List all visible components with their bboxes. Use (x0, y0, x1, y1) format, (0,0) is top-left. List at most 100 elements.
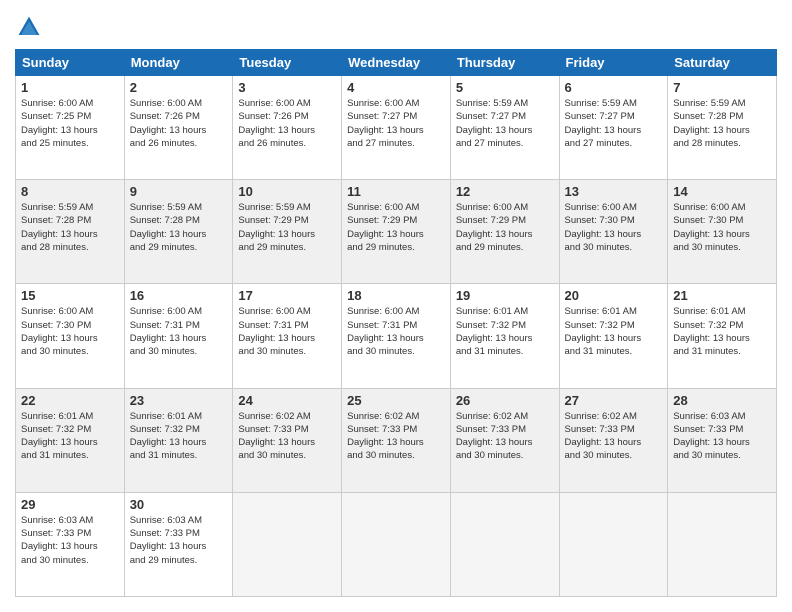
calendar-day-cell: 23 Sunrise: 6:01 AMSunset: 7:32 PMDaylig… (124, 388, 233, 492)
calendar-day-cell (233, 492, 342, 596)
day-number: 20 (565, 288, 663, 303)
calendar-day-cell: 30 Sunrise: 6:03 AMSunset: 7:33 PMDaylig… (124, 492, 233, 596)
day-info: Sunrise: 6:01 AMSunset: 7:32 PMDaylight:… (565, 306, 642, 357)
calendar-week-row: 22 Sunrise: 6:01 AMSunset: 7:32 PMDaylig… (16, 388, 777, 492)
weekday-header: Saturday (668, 50, 777, 76)
day-info: Sunrise: 6:03 AMSunset: 7:33 PMDaylight:… (21, 515, 98, 566)
calendar-day-cell: 22 Sunrise: 6:01 AMSunset: 7:32 PMDaylig… (16, 388, 125, 492)
day-number: 6 (565, 80, 663, 95)
calendar-header-row: SundayMondayTuesdayWednesdayThursdayFrid… (16, 50, 777, 76)
day-number: 30 (130, 497, 228, 512)
day-info: Sunrise: 6:03 AMSunset: 7:33 PMDaylight:… (673, 411, 750, 462)
calendar-day-cell (342, 492, 451, 596)
day-number: 3 (238, 80, 336, 95)
day-number: 19 (456, 288, 554, 303)
calendar-day-cell: 24 Sunrise: 6:02 AMSunset: 7:33 PMDaylig… (233, 388, 342, 492)
day-info: Sunrise: 6:02 AMSunset: 7:33 PMDaylight:… (565, 411, 642, 462)
calendar-day-cell: 29 Sunrise: 6:03 AMSunset: 7:33 PMDaylig… (16, 492, 125, 596)
day-info: Sunrise: 6:03 AMSunset: 7:33 PMDaylight:… (130, 515, 207, 566)
day-number: 18 (347, 288, 445, 303)
day-number: 16 (130, 288, 228, 303)
day-info: Sunrise: 6:02 AMSunset: 7:33 PMDaylight:… (238, 411, 315, 462)
day-info: Sunrise: 6:00 AMSunset: 7:30 PMDaylight:… (673, 202, 750, 253)
day-number: 29 (21, 497, 119, 512)
calendar-day-cell: 9 Sunrise: 5:59 AMSunset: 7:28 PMDayligh… (124, 180, 233, 284)
calendar-day-cell: 2 Sunrise: 6:00 AMSunset: 7:26 PMDayligh… (124, 76, 233, 180)
day-info: Sunrise: 6:01 AMSunset: 7:32 PMDaylight:… (673, 306, 750, 357)
calendar-day-cell: 16 Sunrise: 6:00 AMSunset: 7:31 PMDaylig… (124, 284, 233, 388)
day-info: Sunrise: 6:00 AMSunset: 7:31 PMDaylight:… (347, 306, 424, 357)
day-info: Sunrise: 6:01 AMSunset: 7:32 PMDaylight:… (21, 411, 98, 462)
day-info: Sunrise: 6:00 AMSunset: 7:26 PMDaylight:… (130, 98, 207, 149)
calendar-day-cell: 5 Sunrise: 5:59 AMSunset: 7:27 PMDayligh… (450, 76, 559, 180)
day-info: Sunrise: 5:59 AMSunset: 7:28 PMDaylight:… (21, 202, 98, 253)
header (15, 15, 777, 39)
weekday-header: Tuesday (233, 50, 342, 76)
day-info: Sunrise: 6:01 AMSunset: 7:32 PMDaylight:… (130, 411, 207, 462)
logo (15, 15, 47, 39)
day-number: 25 (347, 393, 445, 408)
day-number: 12 (456, 184, 554, 199)
weekday-header: Sunday (16, 50, 125, 76)
day-info: Sunrise: 5:59 AMSunset: 7:27 PMDaylight:… (565, 98, 642, 149)
day-info: Sunrise: 6:00 AMSunset: 7:31 PMDaylight:… (238, 306, 315, 357)
day-number: 28 (673, 393, 771, 408)
logo-icon (17, 15, 41, 39)
calendar-day-cell (668, 492, 777, 596)
day-number: 4 (347, 80, 445, 95)
calendar-day-cell: 11 Sunrise: 6:00 AMSunset: 7:29 PMDaylig… (342, 180, 451, 284)
day-info: Sunrise: 5:59 AMSunset: 7:27 PMDaylight:… (456, 98, 533, 149)
calendar-day-cell: 25 Sunrise: 6:02 AMSunset: 7:33 PMDaylig… (342, 388, 451, 492)
weekday-header: Wednesday (342, 50, 451, 76)
calendar-day-cell: 14 Sunrise: 6:00 AMSunset: 7:30 PMDaylig… (668, 180, 777, 284)
day-number: 14 (673, 184, 771, 199)
day-info: Sunrise: 6:00 AMSunset: 7:26 PMDaylight:… (238, 98, 315, 149)
day-info: Sunrise: 6:00 AMSunset: 7:31 PMDaylight:… (130, 306, 207, 357)
day-number: 8 (21, 184, 119, 199)
calendar-day-cell: 26 Sunrise: 6:02 AMSunset: 7:33 PMDaylig… (450, 388, 559, 492)
day-info: Sunrise: 6:00 AMSunset: 7:25 PMDaylight:… (21, 98, 98, 149)
day-number: 26 (456, 393, 554, 408)
calendar-day-cell: 18 Sunrise: 6:00 AMSunset: 7:31 PMDaylig… (342, 284, 451, 388)
day-number: 22 (21, 393, 119, 408)
day-number: 2 (130, 80, 228, 95)
calendar-day-cell: 20 Sunrise: 6:01 AMSunset: 7:32 PMDaylig… (559, 284, 668, 388)
calendar-day-cell: 7 Sunrise: 5:59 AMSunset: 7:28 PMDayligh… (668, 76, 777, 180)
day-number: 7 (673, 80, 771, 95)
day-number: 1 (21, 80, 119, 95)
day-number: 24 (238, 393, 336, 408)
day-number: 27 (565, 393, 663, 408)
day-info: Sunrise: 5:59 AMSunset: 7:28 PMDaylight:… (673, 98, 750, 149)
calendar-table: SundayMondayTuesdayWednesdayThursdayFrid… (15, 49, 777, 597)
day-info: Sunrise: 6:00 AMSunset: 7:30 PMDaylight:… (21, 306, 98, 357)
calendar-day-cell: 10 Sunrise: 5:59 AMSunset: 7:29 PMDaylig… (233, 180, 342, 284)
day-info: Sunrise: 6:00 AMSunset: 7:29 PMDaylight:… (456, 202, 533, 253)
calendar-day-cell: 1 Sunrise: 6:00 AMSunset: 7:25 PMDayligh… (16, 76, 125, 180)
day-number: 15 (21, 288, 119, 303)
calendar-day-cell: 12 Sunrise: 6:00 AMSunset: 7:29 PMDaylig… (450, 180, 559, 284)
day-number: 10 (238, 184, 336, 199)
day-info: Sunrise: 5:59 AMSunset: 7:29 PMDaylight:… (238, 202, 315, 253)
calendar-day-cell: 19 Sunrise: 6:01 AMSunset: 7:32 PMDaylig… (450, 284, 559, 388)
day-number: 11 (347, 184, 445, 199)
day-info: Sunrise: 6:00 AMSunset: 7:30 PMDaylight:… (565, 202, 642, 253)
day-info: Sunrise: 5:59 AMSunset: 7:28 PMDaylight:… (130, 202, 207, 253)
calendar-day-cell: 15 Sunrise: 6:00 AMSunset: 7:30 PMDaylig… (16, 284, 125, 388)
calendar-day-cell: 6 Sunrise: 5:59 AMSunset: 7:27 PMDayligh… (559, 76, 668, 180)
calendar-day-cell: 21 Sunrise: 6:01 AMSunset: 7:32 PMDaylig… (668, 284, 777, 388)
page: SundayMondayTuesdayWednesdayThursdayFrid… (0, 0, 792, 612)
day-number: 23 (130, 393, 228, 408)
calendar-day-cell: 28 Sunrise: 6:03 AMSunset: 7:33 PMDaylig… (668, 388, 777, 492)
day-info: Sunrise: 6:02 AMSunset: 7:33 PMDaylight:… (347, 411, 424, 462)
day-number: 21 (673, 288, 771, 303)
day-number: 13 (565, 184, 663, 199)
calendar-day-cell: 27 Sunrise: 6:02 AMSunset: 7:33 PMDaylig… (559, 388, 668, 492)
day-number: 5 (456, 80, 554, 95)
day-number: 9 (130, 184, 228, 199)
calendar-day-cell: 17 Sunrise: 6:00 AMSunset: 7:31 PMDaylig… (233, 284, 342, 388)
calendar-week-row: 15 Sunrise: 6:00 AMSunset: 7:30 PMDaylig… (16, 284, 777, 388)
weekday-header: Friday (559, 50, 668, 76)
weekday-header: Thursday (450, 50, 559, 76)
calendar-week-row: 8 Sunrise: 5:59 AMSunset: 7:28 PMDayligh… (16, 180, 777, 284)
calendar-day-cell (559, 492, 668, 596)
